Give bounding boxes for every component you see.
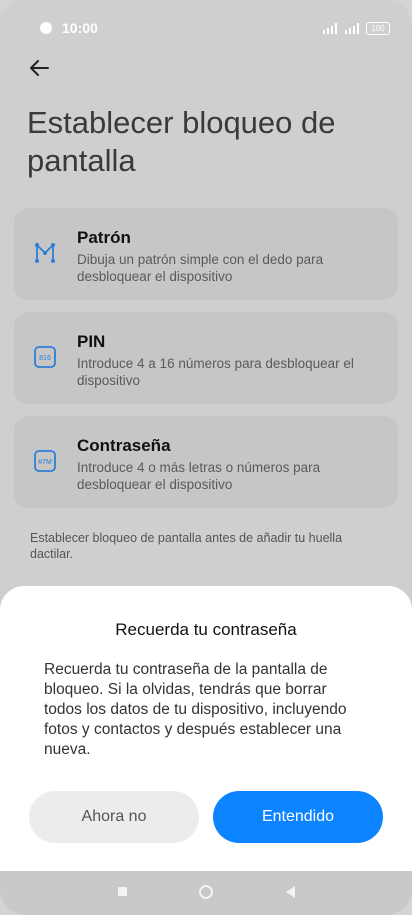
navigation-bar: [0, 871, 412, 915]
fingerprint-note: Establecer bloqueo de pantalla antes de …: [30, 531, 343, 561]
back-nav-icon[interactable]: [286, 886, 295, 898]
option-pattern[interactable]: Patrón Dibuja un patrón simple con el de…: [14, 208, 398, 300]
phone-screen: 10:00 100 Establecer bloqueo de pantalla…: [0, 0, 412, 915]
pattern-icon: [35, 242, 55, 263]
status-bar: 10:00 100: [0, 0, 412, 58]
svg-text:#7M: #7M: [38, 459, 52, 466]
password-icon: #7M: [34, 450, 56, 472]
battery-icon: 100: [366, 22, 390, 35]
option-description: Dibuja un patrón simple con el dedo para…: [77, 252, 324, 284]
confirm-dialog: Recuerda tu contraseña Recuerda tu contr…: [0, 586, 412, 871]
signal-icon: [323, 23, 337, 34]
page-title: Establecer bloqueo de pantalla: [27, 105, 336, 178]
option-title: Patrón: [77, 228, 131, 247]
option-password[interactable]: #7M Contraseña Introduce 4 o más letras …: [14, 416, 398, 508]
dialog-message: Recuerda tu contraseña de la pantalla de…: [44, 661, 347, 758]
svg-text:816: 816: [39, 355, 51, 362]
recents-icon[interactable]: [118, 887, 127, 896]
option-pin[interactable]: 816 PIN Introduce 4 a 16 números para de…: [14, 312, 398, 404]
option-title: PIN: [77, 332, 106, 351]
option-description: Introduce 4 a 16 números para desbloquea…: [77, 356, 354, 388]
signal-icon-2: [345, 23, 359, 34]
status-time: 10:00: [62, 20, 98, 36]
understood-button[interactable]: Entendido: [213, 791, 383, 843]
pin-icon: 816: [34, 346, 56, 368]
option-title: Contraseña: [77, 436, 171, 455]
option-description: Introduce 4 o más letras o números para …: [77, 460, 321, 492]
not-now-button[interactable]: Ahora no: [29, 791, 199, 843]
home-icon[interactable]: [199, 885, 213, 899]
camera-cutout: [40, 22, 52, 34]
back-arrow-icon[interactable]: [26, 56, 54, 80]
dialog-title: Recuerda tu contraseña: [115, 620, 297, 639]
